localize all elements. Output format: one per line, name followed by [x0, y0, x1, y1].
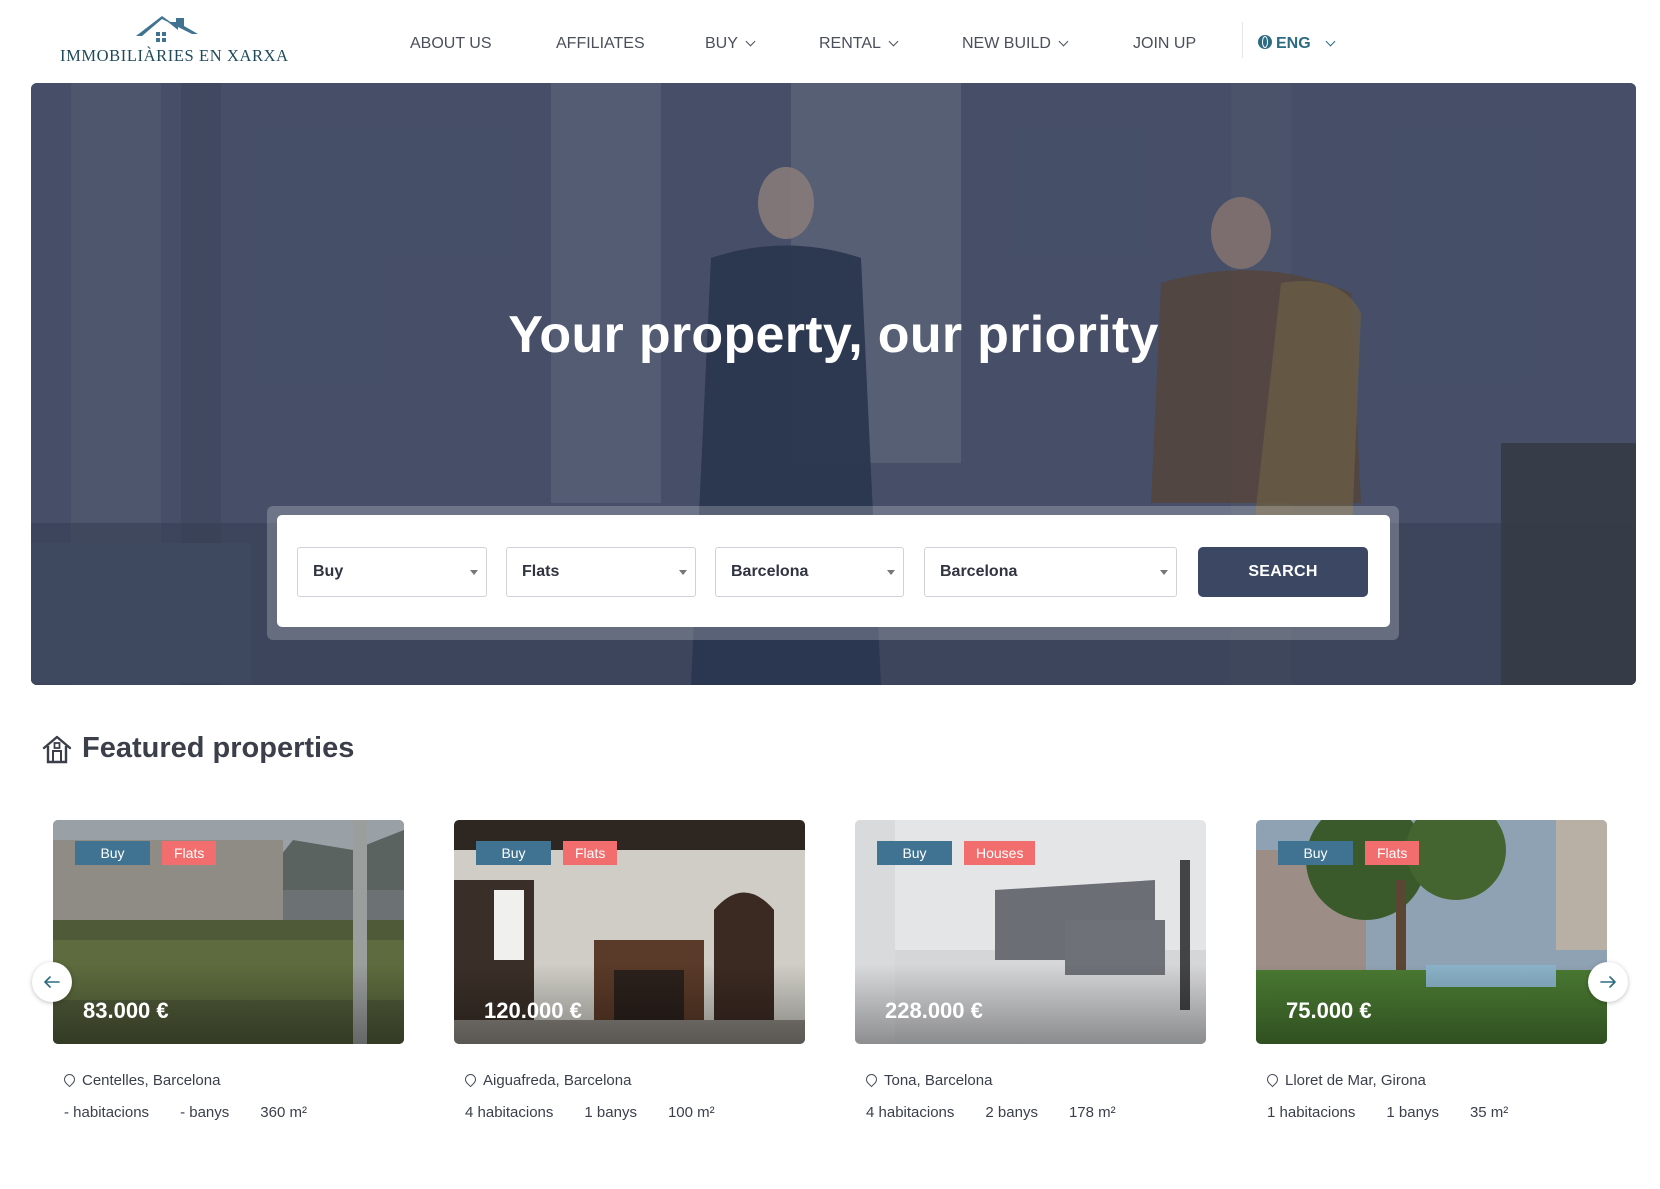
- baths: - banys: [180, 1104, 230, 1121]
- nav-label: JOIN UP: [1133, 35, 1197, 52]
- language-label: ENG: [1276, 35, 1311, 52]
- nav-about-us[interactable]: ABOUT US: [410, 30, 492, 58]
- nav-buy[interactable]: BUY: [705, 30, 756, 58]
- badge-type: Flats: [162, 841, 217, 865]
- arrow-left-icon: [44, 976, 60, 988]
- property-image[interactable]: Buy Flats 75.000 €: [1256, 820, 1607, 1044]
- chevron-down-icon: [1325, 36, 1336, 47]
- select-value: Barcelona: [731, 563, 809, 580]
- property-price: 83.000 €: [83, 998, 169, 1023]
- rooms: - habitacions: [64, 1104, 150, 1121]
- chevron-down-icon: [745, 36, 756, 47]
- nav-rental[interactable]: RENTAL: [819, 30, 899, 58]
- location-text: Aiguafreda, Barcelona: [483, 1072, 632, 1089]
- house-logo-icon: [136, 16, 198, 42]
- badge-operation: Buy: [75, 841, 150, 865]
- baths: 1 banys: [584, 1104, 637, 1121]
- select-value: Flats: [522, 563, 560, 580]
- badge-type: Flats: [563, 841, 618, 865]
- caret-down-icon: [1160, 570, 1168, 575]
- rooms: 1 habitacions: [1267, 1104, 1356, 1121]
- city-select[interactable]: Barcelona: [924, 547, 1177, 597]
- nav-join-up[interactable]: JOIN UP: [1133, 30, 1196, 58]
- area: 178 m²: [1068, 1104, 1116, 1121]
- badge-operation: Buy: [1278, 841, 1353, 865]
- location-text: Tona, Barcelona: [884, 1072, 993, 1089]
- hero-title: Your property, our priority: [508, 306, 1159, 364]
- caret-down-icon: [679, 570, 687, 575]
- carousel-prev-button[interactable]: [32, 962, 72, 1002]
- language-selector[interactable]: ENG: [1258, 30, 1336, 58]
- province-select[interactable]: Barcelona: [715, 547, 904, 597]
- property-price: 120.000 €: [484, 998, 582, 1023]
- nav-affiliates[interactable]: AFFILIATES: [556, 30, 645, 58]
- property-specs: - habitacions - banys 360 m²: [64, 1104, 338, 1121]
- location-text: Centelles, Barcelona: [82, 1072, 221, 1089]
- carousel-next-button[interactable]: [1588, 962, 1628, 1002]
- search-form: Buy Flats Barcelona Barcelona SEARCH: [277, 515, 1390, 627]
- caret-down-icon: [887, 570, 895, 575]
- hero-banner: Your property, our priority Buy Flats Ba…: [31, 83, 1636, 685]
- nav-label: BUY: [705, 35, 738, 52]
- map-pin-icon: [1264, 1071, 1281, 1088]
- badge-operation: Buy: [877, 841, 952, 865]
- arrow-right-icon: [1600, 976, 1616, 988]
- site-logo[interactable]: IMMOBILIÀRIES EN XARXA: [60, 14, 289, 68]
- area: 360 m²: [260, 1104, 307, 1121]
- map-pin-icon: [462, 1071, 479, 1088]
- nav-label: AFFILIATES: [556, 35, 645, 52]
- search-button[interactable]: SEARCH: [1198, 547, 1368, 597]
- map-pin-icon: [61, 1071, 78, 1088]
- area: 100 m²: [667, 1104, 715, 1121]
- baths: 2 banys: [985, 1104, 1038, 1121]
- property-price: 75.000 €: [1286, 998, 1372, 1023]
- nav-label: ABOUT US: [410, 35, 492, 52]
- rooms: 4 habitacions: [465, 1104, 554, 1121]
- chevron-down-icon: [1058, 36, 1069, 47]
- property-price: 228.000 €: [885, 998, 983, 1023]
- badge-type: Flats: [1365, 841, 1420, 865]
- house-icon: [42, 735, 72, 764]
- select-value: Buy: [313, 563, 344, 580]
- map-pin-icon: [863, 1071, 880, 1088]
- property-image[interactable]: Buy Flats 83.000 €: [53, 820, 404, 1044]
- property-location: Tona, Barcelona: [863, 1071, 993, 1089]
- nav-divider: [1242, 22, 1243, 58]
- featured-title: Featured properties: [82, 732, 355, 764]
- rooms: 4 habitacions: [866, 1104, 955, 1121]
- property-location: Aiguafreda, Barcelona: [462, 1071, 632, 1089]
- operation-select[interactable]: Buy: [297, 547, 487, 597]
- area: 35 m²: [1469, 1104, 1509, 1121]
- badge-type: Houses: [964, 841, 1036, 865]
- site-header: IMMOBILIÀRIES EN XARXA ABOUT US AFFILIAT…: [0, 0, 1660, 83]
- location-text: Lloret de Mar, Girona: [1285, 1072, 1426, 1089]
- nav-label: RENTAL: [819, 35, 881, 52]
- property-location: Centelles, Barcelona: [61, 1071, 221, 1089]
- caret-down-icon: [470, 570, 478, 575]
- property-location: Lloret de Mar, Girona: [1264, 1071, 1426, 1089]
- baths: 1 banys: [1386, 1104, 1439, 1121]
- globe-icon: [1258, 35, 1272, 49]
- property-specs: 4 habitacions 1 banys 100 m²: [465, 1104, 746, 1121]
- logo-text: IMMOBILIÀRIES EN XARXA: [60, 46, 289, 65]
- property-specs: 1 habitacions 1 banys 35 m²: [1267, 1104, 1539, 1121]
- nav-label: NEW BUILD: [962, 35, 1051, 52]
- property-specs: 4 habitacions 2 banys 178 m²: [866, 1104, 1147, 1121]
- property-image[interactable]: Buy Flats 120.000 €: [454, 820, 805, 1044]
- chevron-down-icon: [888, 36, 899, 47]
- select-value: Barcelona: [940, 563, 1018, 580]
- property-image[interactable]: Buy Houses 228.000 €: [855, 820, 1206, 1044]
- badge-operation: Buy: [476, 841, 551, 865]
- nav-new-build[interactable]: NEW BUILD: [962, 30, 1069, 58]
- property-type-select[interactable]: Flats: [506, 547, 696, 597]
